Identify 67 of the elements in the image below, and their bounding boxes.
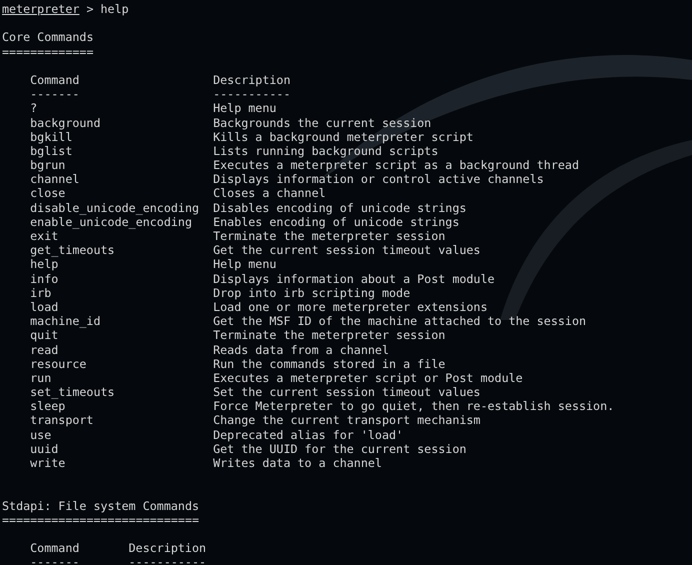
command-description: Disables encoding of unicode strings bbox=[213, 200, 466, 215]
command-name: exit bbox=[30, 229, 60, 244]
prompt-name: meterpreter bbox=[2, 2, 80, 16]
command-name: bglist bbox=[30, 144, 74, 158]
command-description: Load one or more meterpreter extensions bbox=[213, 300, 488, 314]
command-description: Set the current session timeout values bbox=[213, 385, 480, 400]
section-underline: ============================ bbox=[2, 512, 200, 527]
command-name: write bbox=[30, 456, 66, 470]
command-description: Get the UUID for the current session bbox=[213, 442, 466, 456]
command-description: Displays information about a Post module bbox=[213, 272, 495, 286]
column-header: Description bbox=[128, 541, 206, 556]
command-name: close bbox=[30, 186, 66, 201]
command-name: quit bbox=[30, 328, 60, 342]
column-header: Description bbox=[213, 72, 290, 88]
command-name: get_timeouts bbox=[30, 243, 116, 258]
command-name: use bbox=[30, 428, 52, 442]
command-name: run bbox=[30, 370, 52, 386]
command-name: transport bbox=[30, 413, 94, 428]
section-title: Stdapi: File system Commands bbox=[2, 498, 200, 513]
command-description: Reads data from a channel bbox=[213, 342, 389, 357]
command-name: channel bbox=[30, 172, 80, 186]
command-name: bgkill bbox=[30, 130, 74, 144]
command-name: help bbox=[30, 257, 60, 272]
typed-command: help bbox=[100, 2, 129, 16]
command-description: Force Meterpreter to go quiet, then re-establish session. bbox=[213, 399, 614, 414]
command-description: Executes a meterpreter script as a background thread bbox=[213, 158, 579, 172]
command-description: Writes data to a channel bbox=[213, 456, 382, 470]
command-name: ? bbox=[30, 101, 38, 116]
column-rule: ----------- bbox=[213, 87, 290, 102]
command-description: Help menu bbox=[213, 101, 276, 116]
command-description: Backgrounds the current session bbox=[213, 116, 432, 130]
column-rule: ------- bbox=[30, 555, 80, 565]
command-description: Drop into irb scripting mode bbox=[213, 286, 410, 300]
command-name: set_timeouts bbox=[30, 385, 116, 400]
column-header: Command bbox=[30, 541, 80, 556]
command-name: disable_unicode_encoding bbox=[30, 200, 200, 215]
command-name: load bbox=[30, 300, 60, 314]
command-description: Displays information or control active channels bbox=[213, 172, 544, 186]
command-description: Terminate the meterpreter session bbox=[213, 229, 446, 244]
column-header: Command bbox=[30, 72, 80, 88]
command-description: Run the commands stored in a file bbox=[213, 356, 446, 371]
command-name: bgrun bbox=[30, 158, 66, 172]
column-rule: ------- bbox=[30, 87, 80, 102]
command-name: machine_id bbox=[30, 314, 102, 328]
command-description: Help menu bbox=[213, 257, 276, 272]
command-description: Get the MSF ID of the machine attached to the session bbox=[213, 314, 586, 328]
section-title: Core Commands bbox=[2, 30, 94, 45]
section-underline: ============= bbox=[2, 44, 94, 59]
command-name: irb bbox=[30, 286, 52, 300]
command-description: Enables encoding of unicode strings bbox=[213, 214, 460, 229]
command-description: Get the current session timeout values bbox=[213, 243, 480, 258]
command-name: uuid bbox=[30, 442, 60, 456]
command-description: Kills a background meterpreter script bbox=[213, 130, 474, 144]
command-description: Closes a channel bbox=[213, 186, 326, 201]
command-name: resource bbox=[30, 356, 88, 371]
column-rule: ----------- bbox=[128, 555, 206, 565]
command-name: sleep bbox=[30, 399, 66, 414]
command-name: background bbox=[30, 116, 102, 130]
command-description: Change the current transport mechanism bbox=[213, 413, 480, 428]
command-description: Lists running background scripts bbox=[213, 144, 438, 158]
prompt-symbol: > bbox=[86, 2, 94, 16]
command-description: Terminate the meterpreter session bbox=[213, 328, 446, 342]
command-name: read bbox=[30, 342, 60, 357]
command-name: enable_unicode_encoding bbox=[30, 214, 192, 229]
command-description: Executes a meterpreter script or Post module bbox=[213, 370, 523, 386]
command-description: Deprecated alias for 'load' bbox=[213, 428, 404, 442]
command-name: info bbox=[30, 272, 60, 286]
